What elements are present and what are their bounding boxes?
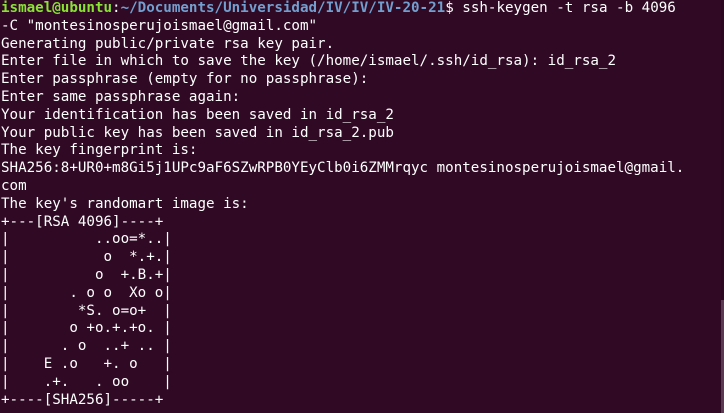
output-line: Enter same passphrase again: — [1, 88, 241, 105]
prompt-colon: : — [112, 0, 121, 16]
randomart-line: | ..oo=*..| — [1, 231, 172, 248]
output-line: Enter passphrase (empty for no passphras… — [1, 71, 369, 88]
randomart-line: | *S. o=o+ | — [1, 302, 172, 319]
output-line: Your identification has been saved in id… — [1, 106, 394, 123]
randomart: +---[RSA 4096]----+ | ..oo=*..| | o *.+.… — [1, 214, 724, 410]
randomart-line: | . o ..+ .. | — [1, 338, 172, 355]
terminal-window[interactable]: ismael@ubuntu:~/Documents/Universidad/IV… — [0, 0, 724, 413]
prompt-user-host: ismael@ubuntu — [1, 0, 113, 16]
randomart-line: | . o o Xo o| — [1, 284, 172, 301]
output-line: Generating public/private rsa key pair. — [1, 35, 335, 52]
output-line: -C "montesinosperujoismael@gmail.com" — [1, 17, 318, 34]
prompt-symbol: $ — [445, 0, 463, 16]
fingerprint-line-wrap: com — [1, 177, 27, 194]
randomart-line: | o +o.+.+o. | — [1, 320, 172, 337]
prompt-command: ssh-keygen -t rsa -b 4096 — [462, 0, 676, 16]
output-line: Your public key has been saved in id_rsa… — [1, 124, 394, 141]
fingerprint-line: SHA256:8+UR0+m8Gi5j1UPc9aF6SZwRPB0YEyClb… — [1, 160, 685, 177]
output-line: The key fingerprint is: — [1, 142, 198, 159]
prompt-line: ismael@ubuntu:~/Documents/Universidad/IV… — [1, 0, 724, 18]
randomart-line: | o +.B.+| — [1, 266, 172, 283]
output-line: The key's randomart image is: — [1, 195, 249, 212]
randomart-line: | E .o +. o | — [1, 355, 172, 372]
randomart-line: | o *.+.| — [1, 249, 172, 266]
randomart-line: +---[RSA 4096]----+ — [1, 213, 164, 230]
output-line: Enter file in which to save the key (/ho… — [1, 53, 616, 70]
randomart-line: +----[SHA256]-----+ — [1, 391, 164, 408]
randomart-line: | .+. . oo | — [1, 373, 172, 390]
prompt-path: ~/Documents/Universidad/IV/IV/IV-20-21 — [120, 0, 446, 16]
